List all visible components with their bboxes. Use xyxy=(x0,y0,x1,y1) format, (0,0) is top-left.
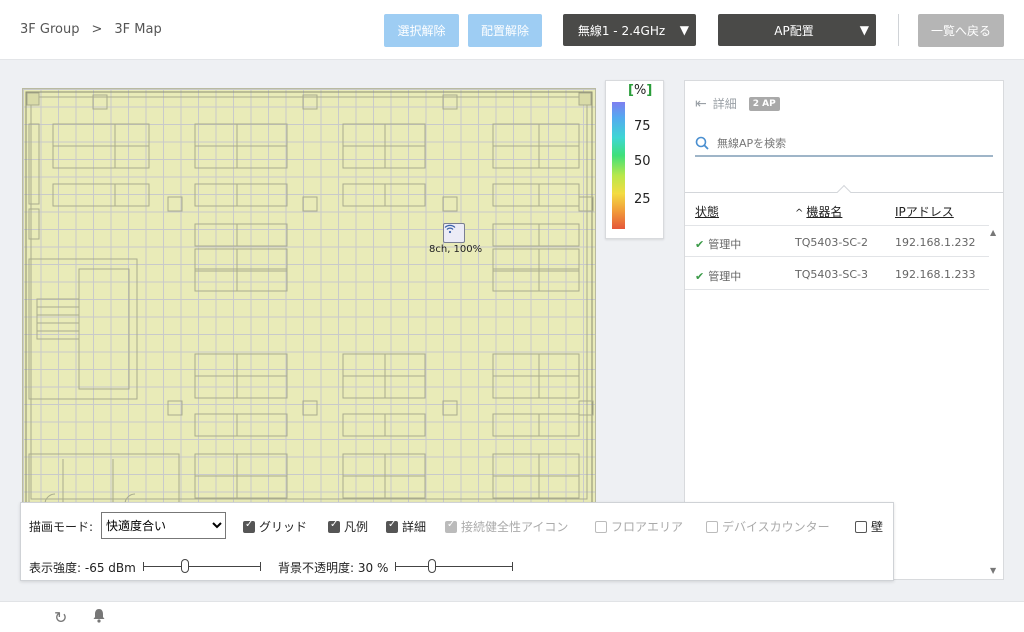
floor-plan xyxy=(25,91,594,505)
status-text: 管理中 xyxy=(708,270,742,283)
unplace-button[interactable]: 配置解除 xyxy=(468,14,542,47)
wall-checkbox[interactable]: 壁 xyxy=(855,518,883,535)
check-icon: ✔ xyxy=(695,238,705,251)
legend-unit: % xyxy=(633,83,647,98)
search-box xyxy=(695,131,993,157)
row-status: ✔ 管理中 xyxy=(695,236,741,252)
footer-bar: ↻ xyxy=(0,601,1024,632)
back-to-list-button[interactable]: 一覧へ戻る xyxy=(918,14,1004,47)
row-status: ✔ 管理中 xyxy=(695,268,741,284)
legend-color-bar xyxy=(612,102,625,229)
row-name: TQ5403-SC-2 xyxy=(795,236,868,249)
wall-label: 壁 xyxy=(871,520,884,534)
strength-slider[interactable] xyxy=(143,559,261,573)
checkbox-box xyxy=(243,519,255,533)
legend-tick: 75 xyxy=(634,119,651,134)
caret-down-icon: ▼ xyxy=(859,23,869,37)
strength-slider-thumb[interactable] xyxy=(181,559,189,573)
ap-count-badge: 2 AP xyxy=(748,96,780,111)
bell-glyph xyxy=(93,609,105,623)
check-icon: ✔ xyxy=(695,270,705,283)
sort-asc-icon: ^ xyxy=(795,208,804,219)
row-name: TQ5403-SC-3 xyxy=(795,268,868,281)
breadcrumb-group[interactable]: 3F Group xyxy=(20,22,79,37)
checkbox-box xyxy=(706,520,718,533)
detail-label: 詳細 xyxy=(402,520,427,534)
row-ip: 192.168.1.232 xyxy=(895,236,976,249)
draw-mode-select[interactable]: 快適度合い xyxy=(101,512,226,539)
legend-title: [%] xyxy=(628,83,653,98)
status-text: 管理中 xyxy=(708,238,742,251)
legend-checkbox[interactable]: 凡例 xyxy=(328,518,368,535)
checkbox-box xyxy=(386,519,398,533)
scroll-up-icon[interactable]: ▲ xyxy=(990,228,996,237)
collapse-icon[interactable]: ⇤ xyxy=(695,96,707,112)
search-icon xyxy=(695,136,709,150)
caret-down-icon: ▼ xyxy=(679,23,689,37)
detail-label: 詳細 xyxy=(712,97,737,111)
wifi-glyph xyxy=(444,224,456,234)
slider-end xyxy=(512,562,513,571)
legend-tick: 50 xyxy=(634,154,651,169)
floor-area-label: フロアエリア xyxy=(611,520,684,534)
device-counter-checkbox[interactable]: デバイスカウンター xyxy=(706,518,830,535)
breadcrumb-map: 3F Map xyxy=(114,22,162,37)
display-control-panel: 描画モード: 快適度合い グリッド 凡例 詳細 接続健全性アイコン フロアエリア… xyxy=(20,502,894,581)
column-name[interactable]: ^ 機器名 xyxy=(795,203,842,220)
floor-map[interactable]: 8ch, 100% xyxy=(22,88,596,508)
table-row[interactable]: ✔ 管理中 TQ5403-SC-2 192.168.1.232 xyxy=(685,225,989,257)
legend-tick: 25 xyxy=(634,192,651,207)
ap-place-label: AP配置 xyxy=(774,23,814,38)
grid-checkbox[interactable]: グリッド xyxy=(243,518,307,535)
table-row[interactable]: ✔ 管理中 TQ5403-SC-3 192.168.1.233 xyxy=(685,258,989,290)
checkbox-box xyxy=(328,519,340,533)
opacity-label: 背景不透明度: 30 % xyxy=(278,561,389,575)
health-icon-checkbox[interactable]: 接続健全性アイコン xyxy=(445,518,568,535)
top-bar: 3F Group > 3F Map 選択解除 配置解除 無線1 - 2.4GHz… xyxy=(0,0,1024,60)
breadcrumb-separator: > xyxy=(91,22,103,37)
ap-channel-label: 8ch, 100% xyxy=(429,244,483,255)
device-counter-label: デバイスカウンター xyxy=(722,520,830,534)
radio-band-label: 無線1 - 2.4GHz xyxy=(577,23,666,38)
column-ip[interactable]: IPアドレス xyxy=(895,203,954,220)
health-icon-label: 接続健全性アイコン xyxy=(461,520,569,534)
wifi-icon[interactable] xyxy=(443,223,465,243)
column-name-label: 機器名 xyxy=(806,205,843,219)
slider-end xyxy=(143,562,144,571)
header-divider xyxy=(898,14,899,46)
slider-end xyxy=(260,562,261,571)
radio-band-select[interactable]: 無線1 - 2.4GHz ▼ xyxy=(563,14,696,46)
signal-legend: [%] 75 50 25 xyxy=(605,80,664,239)
header-notch xyxy=(836,184,852,200)
legend-label: 凡例 xyxy=(344,520,369,534)
bell-icon[interactable] xyxy=(92,608,106,627)
breadcrumb: 3F Group > 3F Map xyxy=(20,22,162,37)
draw-mode-label: 描画モード: xyxy=(29,520,94,534)
row-ip: 192.168.1.233 xyxy=(895,268,976,281)
refresh-icon[interactable]: ↻ xyxy=(54,608,67,627)
opacity-slider-thumb[interactable] xyxy=(428,559,436,573)
opacity-slider[interactable] xyxy=(395,559,513,573)
detail-checkbox[interactable]: 詳細 xyxy=(386,518,426,535)
checkbox-box xyxy=(855,520,867,533)
column-status[interactable]: 状態 xyxy=(695,203,719,220)
checkbox-box xyxy=(445,519,457,533)
search-input[interactable] xyxy=(717,136,977,150)
ap-place-select[interactable]: AP配置 ▼ xyxy=(718,14,876,46)
deselect-button[interactable]: 選択解除 xyxy=(384,14,459,47)
strength-label: 表示強度: -65 dBm xyxy=(29,561,136,575)
slider-end xyxy=(395,562,396,571)
panel-header: ⇤ 詳細 2 AP xyxy=(695,95,780,112)
scroll-down-icon[interactable]: ▼ xyxy=(990,566,996,575)
checkbox-box xyxy=(595,520,607,533)
grid-label: グリッド xyxy=(259,520,308,534)
floor-area-checkbox[interactable]: フロアエリア xyxy=(595,518,683,535)
